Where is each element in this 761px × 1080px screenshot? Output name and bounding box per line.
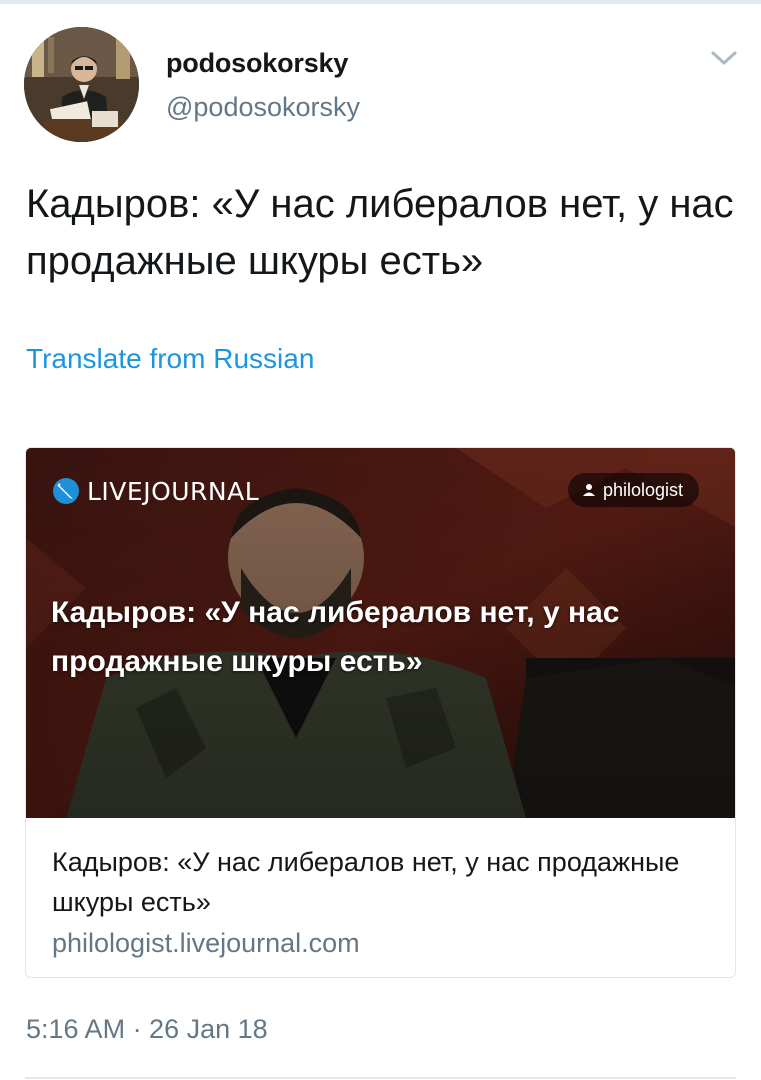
card-image-title: Кадыров: «У нас либералов нет, у нас про… <box>51 596 620 678</box>
card-domain: philologist.livejournal.com <box>52 928 360 958</box>
livejournal-brand: LIVEJOURNAL <box>87 476 260 506</box>
tweet-timestamp[interactable]: 5:16 AM · 26 Jan 18 <box>26 1014 268 1045</box>
top-divider <box>0 0 761 4</box>
link-preview-card[interactable]: LIVEJOURNAL philologist Кадыров: «У нас … <box>25 447 736 978</box>
user-icon <box>583 484 595 496</box>
livejournal-user-badge: philologist <box>568 473 700 507</box>
avatar-photo <box>24 27 139 142</box>
author-handle[interactable]: @podosokorsky <box>166 92 360 123</box>
author-display-name[interactable]: podosokorsky <box>166 48 348 79</box>
livejournal-pen-icon <box>53 478 79 504</box>
tweet-text: Кадыров: «У нас либералов нет, у нас про… <box>26 182 734 283</box>
bottom-divider <box>25 1077 736 1079</box>
livejournal-username: philologist <box>603 479 684 500</box>
card-title: Кадыров: «У нас либералов нет, у нас про… <box>52 847 680 917</box>
card-body: Кадыров: «У нас либералов нет, у нас про… <box>26 818 735 977</box>
chevron-down-icon[interactable] <box>707 46 741 70</box>
translate-link[interactable]: Translate from Russian <box>26 343 314 375</box>
card-image: LIVEJOURNAL philologist Кадыров: «У нас … <box>26 448 735 818</box>
avatar[interactable] <box>24 27 139 142</box>
livejournal-logo: LIVEJOURNAL <box>51 476 259 506</box>
